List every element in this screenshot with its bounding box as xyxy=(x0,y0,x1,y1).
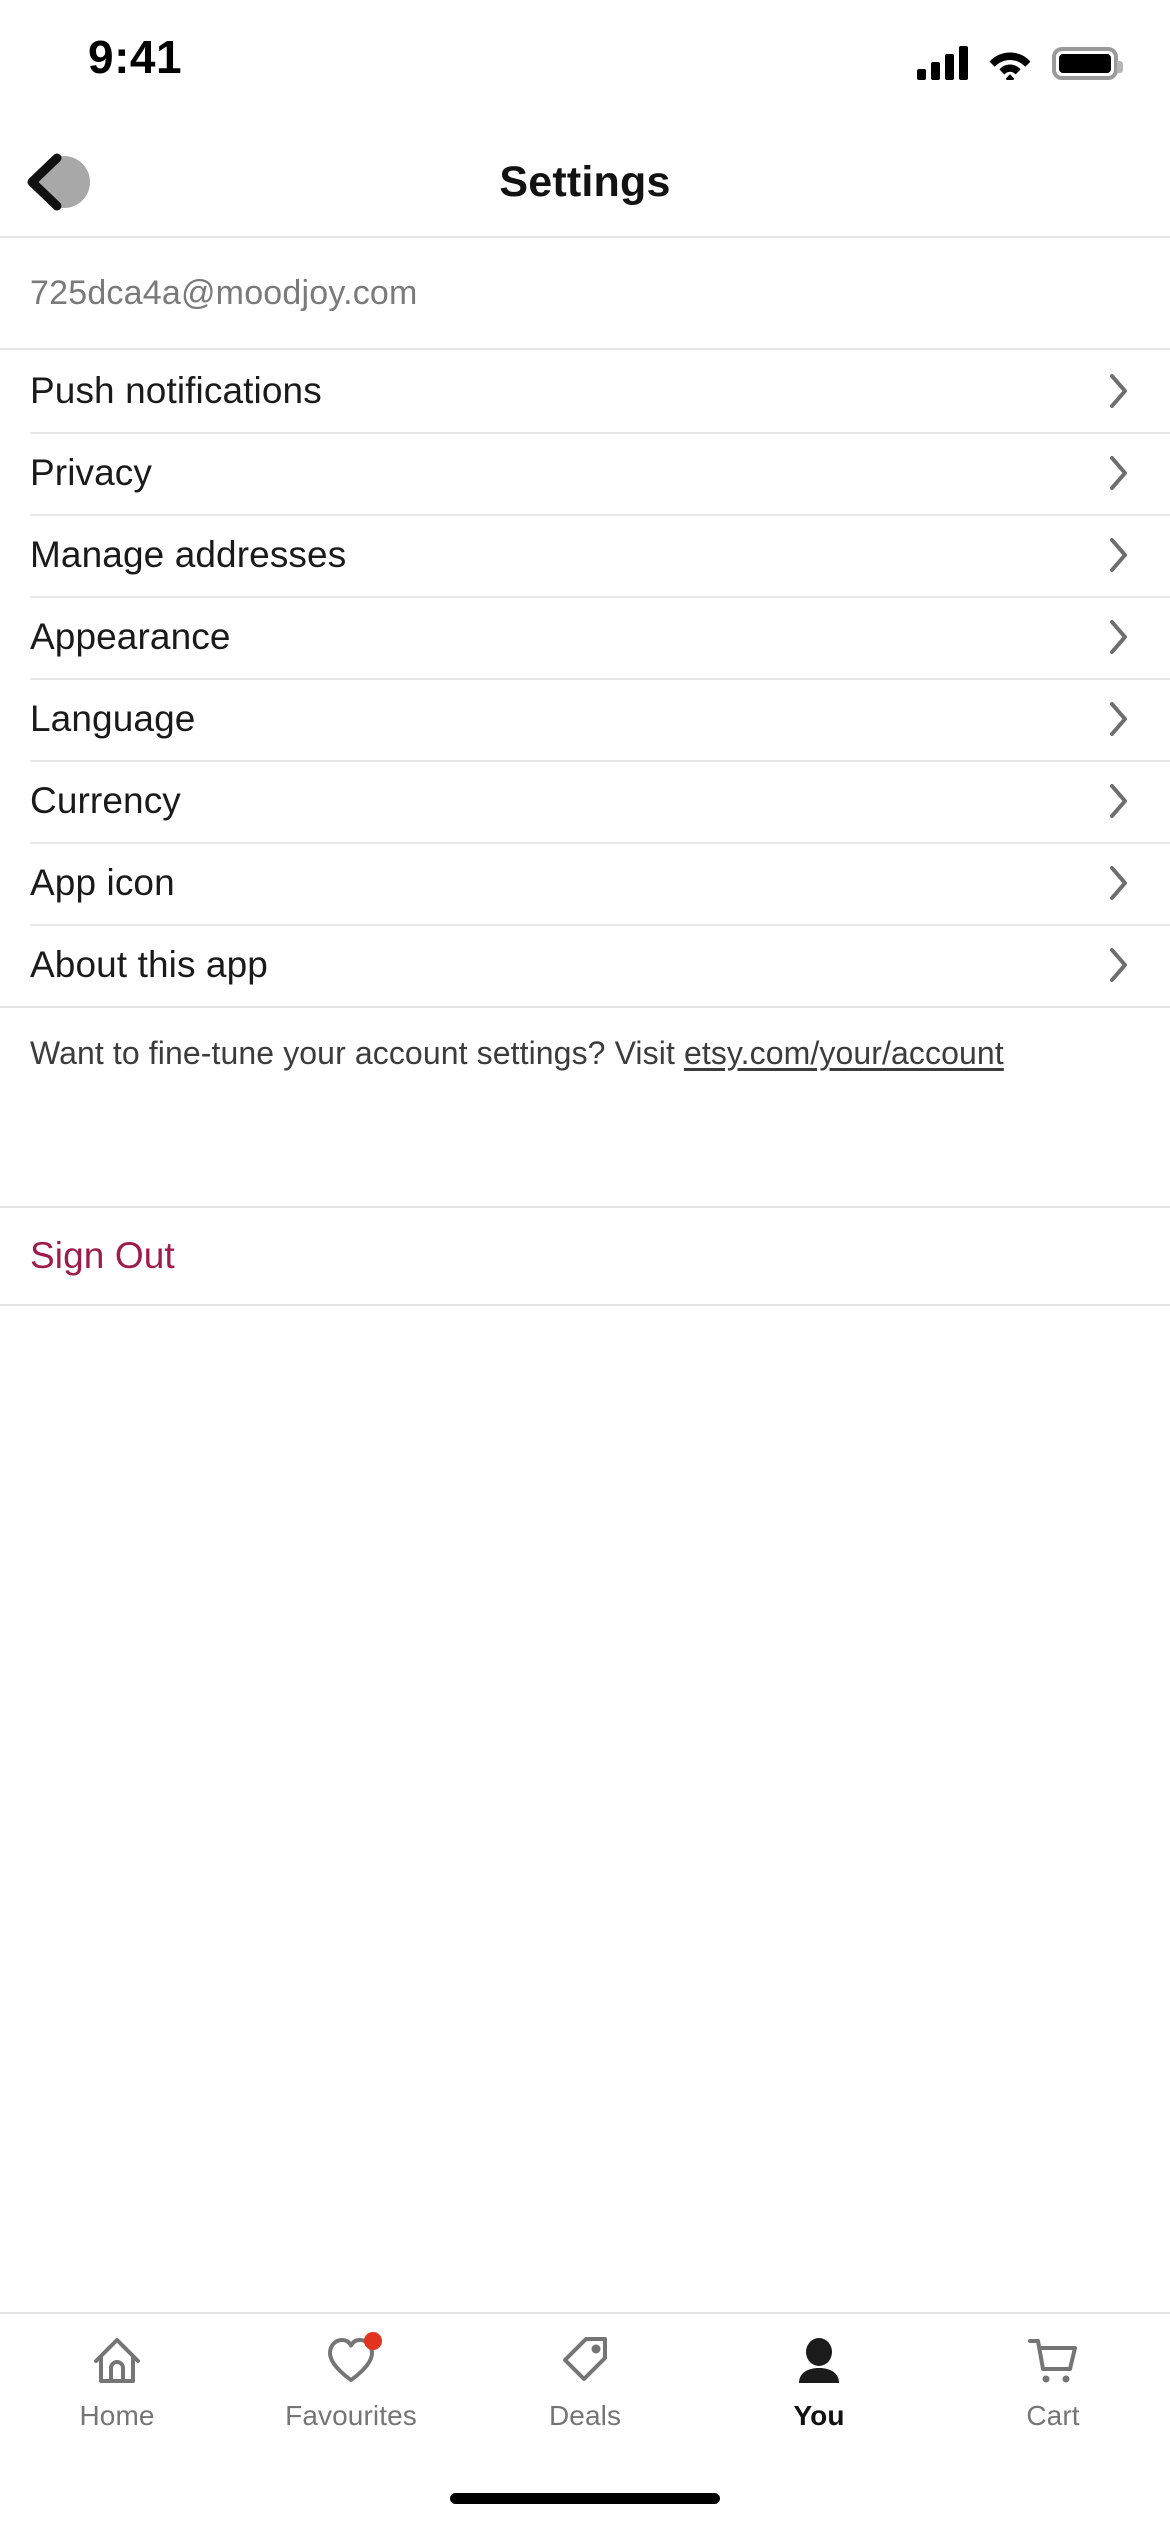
chevron-right-icon xyxy=(1110,538,1127,572)
settings-row-about-this-app[interactable]: About this app xyxy=(0,924,1170,1006)
settings-row-label: Language xyxy=(30,698,196,739)
home-indicator-area xyxy=(0,2464,1170,2532)
back-chevron-icon xyxy=(27,153,62,211)
bottom-tab-bar: Home Favourites Deals You Cart xyxy=(0,2312,1170,2464)
chevron-right-icon xyxy=(1110,456,1127,490)
settings-row-push-notifications[interactable]: Push notifications xyxy=(0,350,1170,432)
shopping-cart-icon xyxy=(1024,2332,1082,2390)
tag-icon xyxy=(556,2332,614,2390)
tab-cart[interactable]: Cart xyxy=(936,2332,1170,2432)
chevron-right-icon xyxy=(1110,866,1127,900)
home-indicator[interactable] xyxy=(450,2492,720,2504)
settings-row-label: Privacy xyxy=(30,452,152,493)
sign-out-label: Sign Out xyxy=(30,1235,175,1276)
settings-row-app-icon[interactable]: App icon xyxy=(0,842,1170,924)
tab-home[interactable]: Home xyxy=(0,2332,234,2432)
cellular-signal-icon xyxy=(917,46,968,80)
tab-label: Home xyxy=(79,2400,155,2431)
phone-screen: 9:41 Settings 725dca4a@moodjoy.com Push … xyxy=(0,0,1170,2532)
settings-row-manage-addresses[interactable]: Manage addresses xyxy=(0,514,1170,596)
tab-label: Cart xyxy=(1026,2400,1080,2431)
account-email-row: 725dca4a@moodjoy.com xyxy=(0,238,1170,350)
note-text: Want to fine-tune your account settings?… xyxy=(30,1035,684,1071)
chevron-right-icon xyxy=(1110,948,1127,982)
chevron-right-icon xyxy=(1110,374,1127,408)
chevron-right-icon xyxy=(1110,784,1127,818)
account-settings-link[interactable]: etsy.com/your/account xyxy=(684,1035,1004,1071)
back-button[interactable] xyxy=(14,142,106,222)
chevron-right-icon xyxy=(1110,620,1127,654)
tab-favourites[interactable]: Favourites xyxy=(234,2332,468,2432)
heart-icon xyxy=(322,2332,382,2390)
settings-row-label: Currency xyxy=(30,780,181,821)
settings-row-label: Push notifications xyxy=(30,370,322,411)
settings-row-currency[interactable]: Currency xyxy=(0,760,1170,842)
status-bar: 9:41 xyxy=(0,0,1170,128)
settings-row-label: Manage addresses xyxy=(30,534,347,575)
page-title: Settings xyxy=(499,157,671,206)
settings-row-label: About this app xyxy=(30,944,268,985)
tab-deals[interactable]: Deals xyxy=(468,2332,702,2432)
status-bar-time: 9:41 xyxy=(88,31,183,83)
settings-list: Push notifications Privacy Manage addres… xyxy=(0,350,1170,1006)
chevron-right-icon xyxy=(1110,702,1127,736)
settings-row-label: App icon xyxy=(30,862,175,903)
tab-label: Favourites xyxy=(285,2400,417,2431)
note-paragraph: Want to fine-tune your account settings?… xyxy=(30,1032,1140,1075)
settings-row-label: Appearance xyxy=(30,616,231,657)
person-icon xyxy=(790,2332,848,2390)
account-email: 725dca4a@moodjoy.com xyxy=(30,273,418,312)
account-settings-note: Want to fine-tune your account settings?… xyxy=(0,1006,1170,1206)
wifi-icon xyxy=(989,52,1031,80)
settings-row-appearance[interactable]: Appearance xyxy=(0,596,1170,678)
navigation-bar: Settings xyxy=(0,128,1170,238)
notification-badge-dot xyxy=(364,2332,382,2350)
home-icon xyxy=(88,2332,146,2390)
settings-content: 725dca4a@moodjoy.com Push notifications … xyxy=(0,238,1170,2312)
tab-label: Deals xyxy=(548,2400,622,2431)
tab-you[interactable]: You xyxy=(702,2332,936,2432)
settings-row-privacy[interactable]: Privacy xyxy=(0,432,1170,514)
sign-out-row[interactable]: Sign Out xyxy=(0,1206,1170,1306)
settings-row-language[interactable]: Language xyxy=(0,678,1170,760)
tab-label: You xyxy=(793,2400,845,2431)
status-bar-indicators xyxy=(917,46,1123,80)
battery-full-icon xyxy=(1052,47,1123,80)
